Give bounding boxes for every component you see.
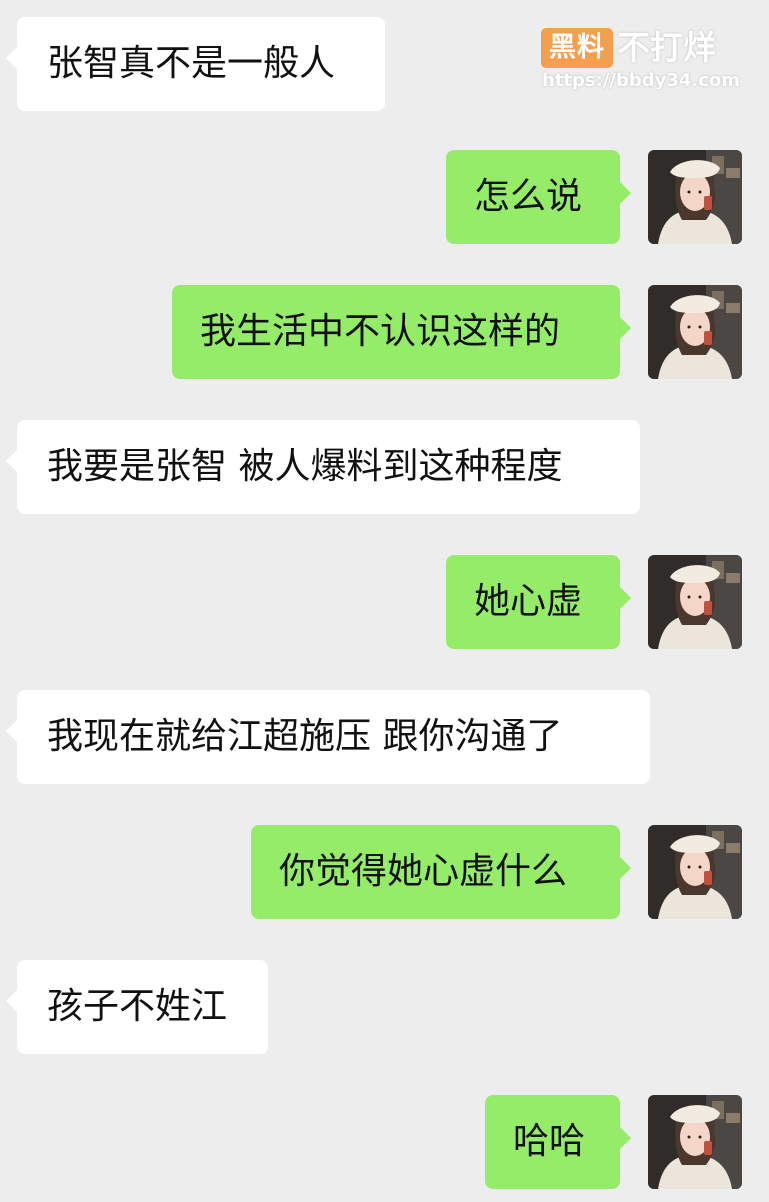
message-bubble-incoming: 我要是张智 被人爆料到这种程度 [6, 420, 640, 514]
message-bubble-outgoing: 我生活中不认识这样的 [172, 285, 631, 379]
watermark-url: https://bbdy34.com [542, 70, 741, 91]
user-avatar-icon [648, 1095, 742, 1189]
user-avatar-icon [648, 150, 742, 244]
avatar[interactable] [648, 555, 742, 649]
avatar[interactable] [648, 1095, 742, 1189]
user-avatar-icon [648, 285, 742, 379]
message-bubble-outgoing: 哈哈 [485, 1095, 631, 1189]
message-bubble-incoming: 张智真不是一般人 [6, 17, 385, 111]
user-avatar-icon [648, 825, 742, 919]
watermark-name: 不打烊 [617, 28, 716, 67]
message-bubble-outgoing: 怎么说 [446, 150, 631, 244]
message-bubble-incoming: 我现在就给江超施压 跟你沟通了 [6, 690, 650, 784]
message-bubble-incoming: 孩子不姓江 [6, 960, 268, 1054]
watermark: 黑料 不打烊 https://bbdy34.com [541, 28, 741, 98]
message-bubble-outgoing: 你觉得她心虚什么 [251, 825, 631, 919]
avatar[interactable] [648, 825, 742, 919]
watermark-badge: 黑料 [541, 28, 613, 68]
avatar[interactable] [648, 285, 742, 379]
user-avatar-icon [648, 555, 742, 649]
avatar[interactable] [648, 150, 742, 244]
message-bubble-outgoing: 她心虚 [446, 555, 631, 649]
